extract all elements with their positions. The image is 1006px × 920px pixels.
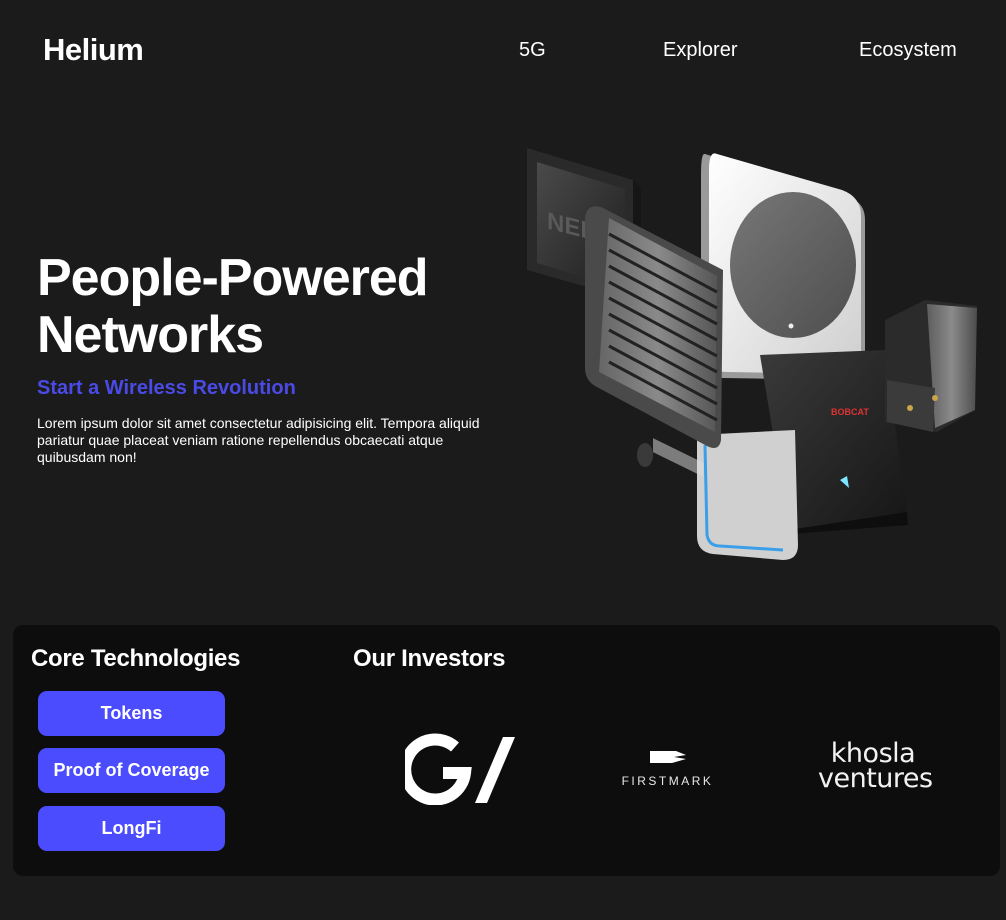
hero-description: Lorem ipsum dolor sit amet consectetur a… [37, 415, 480, 465]
hero-title-line-2: Networks [37, 306, 264, 364]
gv-logo [399, 733, 517, 810]
tokens-button[interactable]: Tokens [38, 691, 225, 736]
ventures-wordmark: ventures [818, 763, 933, 794]
white-hotspot-device [701, 153, 865, 380]
gv-logo-icon [399, 733, 515, 806]
proof-of-coverage-button[interactable]: Proof of Coverage [38, 748, 225, 793]
hero-title: People-Powered Networks [37, 250, 507, 364]
helium-logo[interactable]: Helium [43, 32, 144, 68]
glowing-hotspot-device [697, 430, 798, 560]
our-investors-heading: Our Investors [353, 645, 506, 672]
hero-title-line-1: People-Powered [37, 249, 429, 307]
heatsink-device [885, 300, 977, 432]
nav-link-explorer[interactable]: Explorer [663, 39, 737, 62]
core-technologies-heading: Core Technologies [31, 645, 241, 672]
bobcat-label: BOBCAT [831, 407, 869, 417]
firstmark-wordmark: FIRSTMARK [621, 774, 714, 788]
longfi-button[interactable]: LongFi [38, 806, 225, 851]
firstmark-logo: FIRSTMARK [610, 749, 725, 788]
nav-link-ecosystem[interactable]: Ecosystem [859, 39, 957, 62]
bottom-panel: Core Technologies Tokens Proof of Covera… [13, 625, 1000, 876]
nav-link-5g[interactable]: 5G [519, 39, 546, 62]
hero-subtitle: Start a Wireless Revolution [37, 377, 296, 399]
firstmark-mark-icon [649, 751, 686, 763]
hotspot-devices-image: NEBRA BOBCAT [527, 148, 977, 560]
khosla-ventures-logo: khosla ventures [818, 740, 933, 794]
